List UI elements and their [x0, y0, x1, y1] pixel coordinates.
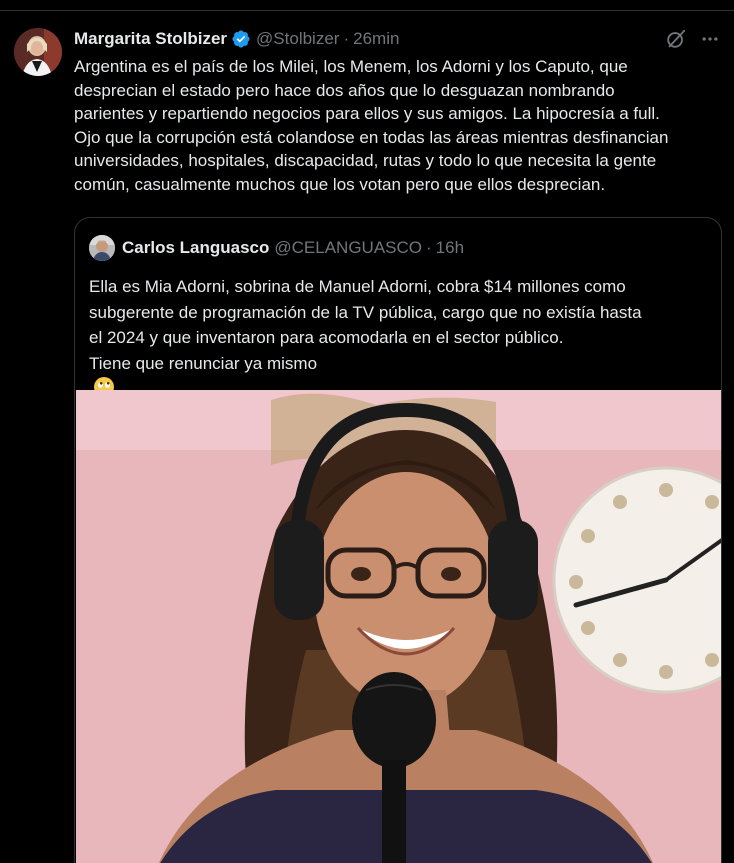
author-avatar[interactable]	[14, 28, 62, 76]
quoted-tweet-photo[interactable]	[76, 390, 721, 863]
tweet-text-line: común, casualmente muchos que los votan …	[74, 174, 606, 194]
grok-icon[interactable]	[664, 27, 688, 51]
author-handle[interactable]: @Stolbizer	[256, 29, 339, 49]
quoted-author-name[interactable]: Carlos Languasco	[122, 238, 269, 258]
separator-dot: ·	[343, 29, 350, 48]
more-options-icon[interactable]	[698, 27, 722, 51]
quoted-tweet-header: Carlos Languasco @CELANGUASCO · 16h	[89, 235, 464, 261]
quoted-separator-dot: ·	[426, 238, 432, 257]
tweet-text-line: parientes y repartiendo negocios para el…	[74, 104, 660, 123]
tweet-header: Margarita Stolbizer @Stolbizer · 26min	[74, 28, 399, 50]
tweet-text-line: Ojo que la corrupción está colandose en …	[74, 127, 669, 147]
author-name[interactable]: Margarita Stolbizer	[74, 29, 227, 49]
quoted-author-avatar[interactable]	[89, 235, 115, 261]
tweet-text: Argentina es el país de los Milei, los M…	[74, 55, 724, 196]
tweet-text-line: desprecian el estado pero hace dos años …	[74, 80, 615, 100]
quoted-tweet-card[interactable]: Carlos Languasco @CELANGUASCO · 16h Ella…	[74, 217, 722, 863]
tweet-time[interactable]: 26min	[353, 29, 399, 49]
quoted-text-line: Tiene que renunciar ya mismo	[89, 353, 318, 373]
verified-badge-icon	[231, 29, 251, 49]
quoted-text-line: subgerente de programación de la TV públ…	[89, 302, 642, 322]
tweet-text-line: Argentina es el país de los Milei, los M…	[74, 57, 628, 76]
quoted-text-line: Ella es Mia Adorni, sobrina de Manuel Ad…	[89, 277, 626, 296]
quoted-tweet-time[interactable]: 16h	[436, 238, 464, 258]
quoted-author-handle[interactable]: @CELANGUASCO	[274, 238, 422, 258]
quoted-text-line: el 2024 y que inventaron para acomodarla…	[89, 328, 564, 347]
tweet-text-line: universidades, hospitales, discapacidad,…	[74, 151, 657, 170]
top-divider	[0, 10, 734, 11]
